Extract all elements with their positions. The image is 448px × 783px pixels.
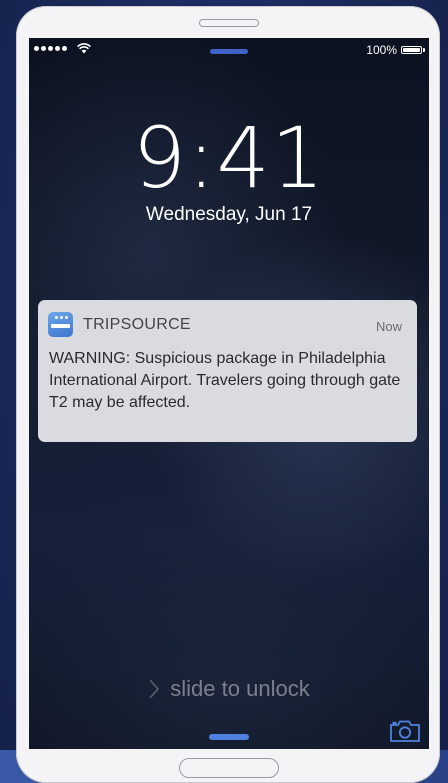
slide-to-unlock[interactable]: slide to unlock [29,676,429,702]
notification-center-grabber[interactable] [210,49,248,54]
chevron-right-icon [149,679,160,699]
slide-to-unlock-label: slide to unlock [170,676,310,701]
notification-timestamp: Now [375,319,402,334]
home-button[interactable] [179,758,279,778]
earpiece [199,19,259,27]
battery-icon [401,46,422,54]
tripsource-app-icon [48,312,73,337]
signal-strength-icon [34,46,67,51]
camera-icon[interactable] [389,720,421,742]
lock-date: Wednesday, Jun 17 [145,204,313,225]
backdrop: 100% 9:41 Wednesday, Jun 17 TRIPSOURCE N… [0,0,448,783]
battery-tip [423,48,425,52]
notification-message: WARNING: Suspicious package in Philadelp… [49,350,401,411]
notification-app-name: TRIPSOURCE [83,316,191,333]
lock-clock: 9:41 [132,109,326,207]
battery-percentage: 100% [366,43,397,57]
wifi-icon [77,43,91,54]
control-center-grabber[interactable] [209,734,249,740]
lock-screen: 100% 9:41 Wednesday, Jun 17 TRIPSOURCE N… [29,38,429,749]
notification-card[interactable]: TRIPSOURCE Now WARNING: Suspicious packa… [38,300,417,442]
